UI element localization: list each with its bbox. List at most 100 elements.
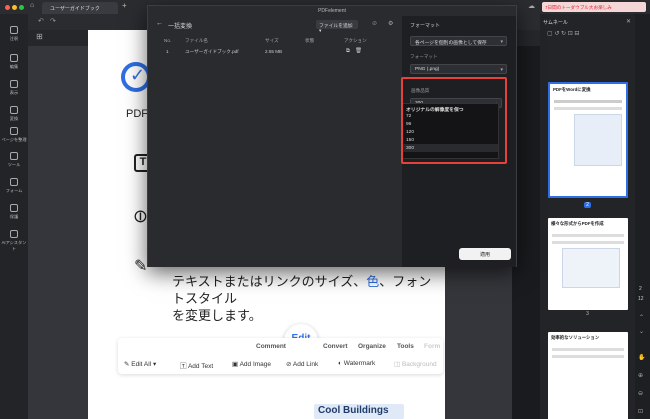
sidebar-item-label: 編集 [9, 64, 19, 69]
thumbnail-page-2[interactable]: PDFをWordに変換 [548, 82, 628, 198]
current-page-number: 2 [639, 286, 642, 292]
tools-icon [10, 152, 18, 160]
image-format-label: フォーマット [410, 54, 438, 59]
thumbnail-page-3[interactable]: 様々な形式からPDFを作成 [548, 218, 628, 310]
zoom-out-icon[interactable]: ⊖ [638, 390, 643, 397]
cloud-upload-icon[interactable]: ☁ [528, 2, 535, 10]
sidebar-toggle-icon[interactable]: ⊞ [36, 32, 43, 41]
view-icon [10, 80, 18, 88]
chevron-down-icon: ▾ [500, 39, 503, 45]
minimize-window-icon[interactable] [12, 4, 17, 10]
sidebar-item-label: 変換 [9, 116, 19, 121]
close-panel-icon[interactable]: ✕ [626, 18, 631, 25]
back-arrow-icon[interactable]: ← [156, 20, 163, 27]
chevron-down-icon: ▾ [500, 67, 503, 73]
format-label: フォーマット [410, 23, 441, 29]
edit-icon [10, 54, 18, 62]
ai-sparkle-icon [10, 230, 18, 238]
convert-icon [10, 106, 18, 114]
add-link-button: ⊘ Add Link [286, 361, 319, 368]
copy-file-icon[interactable]: ⧉ [346, 48, 350, 55]
left-sidebar: 注釈 編集 表示 変換 ページを整理 ツール フォーム 保護 AIアシスタント [0, 14, 28, 419]
page-number-3: 3 [586, 311, 589, 317]
redo-icon[interactable]: ↷ [50, 17, 56, 25]
col-file-name: ファイル名 [185, 38, 208, 43]
col-size: サイズ [265, 38, 279, 43]
file-row-name: ユーザーガイドブック.pdf [185, 49, 239, 54]
settings-icon[interactable]: ⚙ [388, 20, 393, 27]
add-image-button: ▣ Add Image [232, 361, 272, 368]
cool-buildings-title: Cool Buildings [314, 404, 404, 419]
home-icon[interactable]: ⌂ [30, 2, 34, 9]
thumbnail-panel-title: サムネール [543, 20, 568, 26]
dialog-title: PDFelement [318, 8, 346, 14]
sidebar-item-label: ツール [7, 162, 21, 167]
promo-banner[interactable]: 7日間のトーダウブル大お楽しみ [542, 2, 646, 12]
pdf-heading: PDF [126, 108, 148, 120]
sidebar-item-convert[interactable]: 変換 [0, 106, 28, 122]
page-up-icon[interactable]: ⌃ [639, 314, 644, 321]
promo-text: 7日間のトーダウブル大お楽しみ [545, 4, 612, 10]
col-no: No. [164, 38, 172, 43]
shield-icon [10, 204, 18, 212]
sidebar-item-form[interactable]: フォーム [0, 178, 28, 194]
form-icon [10, 178, 18, 186]
edit-toolbar-illustration: Comment Convert Organize Tools Form ✎ Ed… [118, 338, 443, 374]
total-page-number: 12 [638, 296, 644, 302]
format-select[interactable]: 各ページを個別の画像として保存 ▾ [410, 36, 507, 46]
fit-page-icon[interactable]: ⊡ [638, 408, 643, 415]
apply-button[interactable]: 適用 [459, 248, 511, 260]
add-text-button: 🅃 Add Text [180, 363, 214, 370]
close-window-icon[interactable] [5, 4, 10, 10]
sidebar-item-label: AIアシスタント [1, 240, 27, 251]
sidebar-item-label: 表示 [9, 90, 19, 95]
sidebar-item-tools[interactable]: ツール [0, 152, 28, 168]
thumbnail-panel: サムネール ✕ ▢ ↺ ↻ ⊡ ⊟ PDFをWordに変換 2 様々な形式からP… [540, 14, 635, 419]
thumb-option-icon[interactable]: ▢ ↺ ↻ ⊡ ⊟ [547, 30, 579, 37]
comment-icon [10, 26, 18, 34]
page-number-2: 2 [584, 202, 591, 208]
file-row-size: 2.55 MB [265, 49, 283, 54]
edit-all-button: ✎ Edit All ▾ [124, 361, 157, 368]
organize-icon [10, 127, 18, 135]
body-text: テキストまたはリンクのサイズ、色、フォントスタイル を変更します。 [172, 275, 432, 324]
watermark-button: ◐ Watermark [338, 360, 376, 367]
dialog-file-panel: ← 一括変換 ファイルを追加 ▾ ⊘ ⚙ No. ファイル名 サイズ 状態 アク… [148, 16, 402, 267]
sidebar-item-organize[interactable]: ページを整理 [0, 127, 28, 143]
tab-convert: Convert [323, 343, 348, 350]
add-files-button[interactable]: ファイルを追加 ▾ [316, 20, 358, 34]
maximize-window-icon[interactable] [19, 4, 24, 10]
page-down-icon[interactable]: ⌄ [639, 328, 644, 335]
tab-organize: Organize [358, 343, 386, 350]
clear-icon[interactable]: ⊘ [372, 20, 377, 27]
image-format-select[interactable]: PNG (.png) ▾ [410, 64, 507, 74]
sidebar-item-label: ページを整理 [1, 137, 27, 142]
tab-form: Form [424, 343, 441, 350]
pen-icon: ✎ [134, 258, 148, 275]
delete-file-icon[interactable]: 🗑 [355, 48, 362, 54]
sidebar-item-label: 注釈 [9, 36, 19, 41]
tab-comment: Comment [256, 343, 286, 350]
col-action: アクション [344, 38, 367, 43]
undo-icon[interactable]: ↶ [38, 17, 44, 25]
sidebar-item-label: フォーム [5, 188, 23, 193]
sidebar-item-comment[interactable]: 注釈 [0, 26, 28, 42]
zoom-in-icon[interactable]: ⊕ [638, 372, 643, 379]
hand-tool-icon[interactable]: ✋ [638, 354, 645, 361]
highlight-annotation-box [401, 77, 507, 164]
new-tab-icon[interactable]: + [122, 1, 127, 10]
file-row-no: 1 [166, 49, 169, 54]
thumbnail-page-4[interactable]: 効率的なソリューション [548, 332, 628, 419]
sidebar-item-ai[interactable]: AIアシスタント [0, 230, 28, 252]
sidebar-item-view[interactable]: 表示 [0, 80, 28, 96]
dialog-heading: 一括変換 [168, 24, 193, 30]
sidebar-item-edit[interactable]: 編集 [0, 54, 28, 70]
document-tab-label: ユーザーガイドブック [50, 6, 100, 12]
tab-tools: Tools [397, 343, 414, 350]
document-tab[interactable]: ユーザーガイドブック [42, 2, 118, 14]
table-row[interactable]: 1 ユーザーガイドブック.pdf 2.55 MB ⧉ 🗑 [156, 46, 396, 57]
sidebar-item-protect[interactable]: 保護 [0, 204, 28, 220]
col-status: 状態 [305, 38, 315, 43]
background-button: ◫ Background [394, 361, 437, 368]
right-rail: 2 12 ⌃ ⌄ ✋ ⊕ ⊖ ⊡ [635, 14, 650, 419]
